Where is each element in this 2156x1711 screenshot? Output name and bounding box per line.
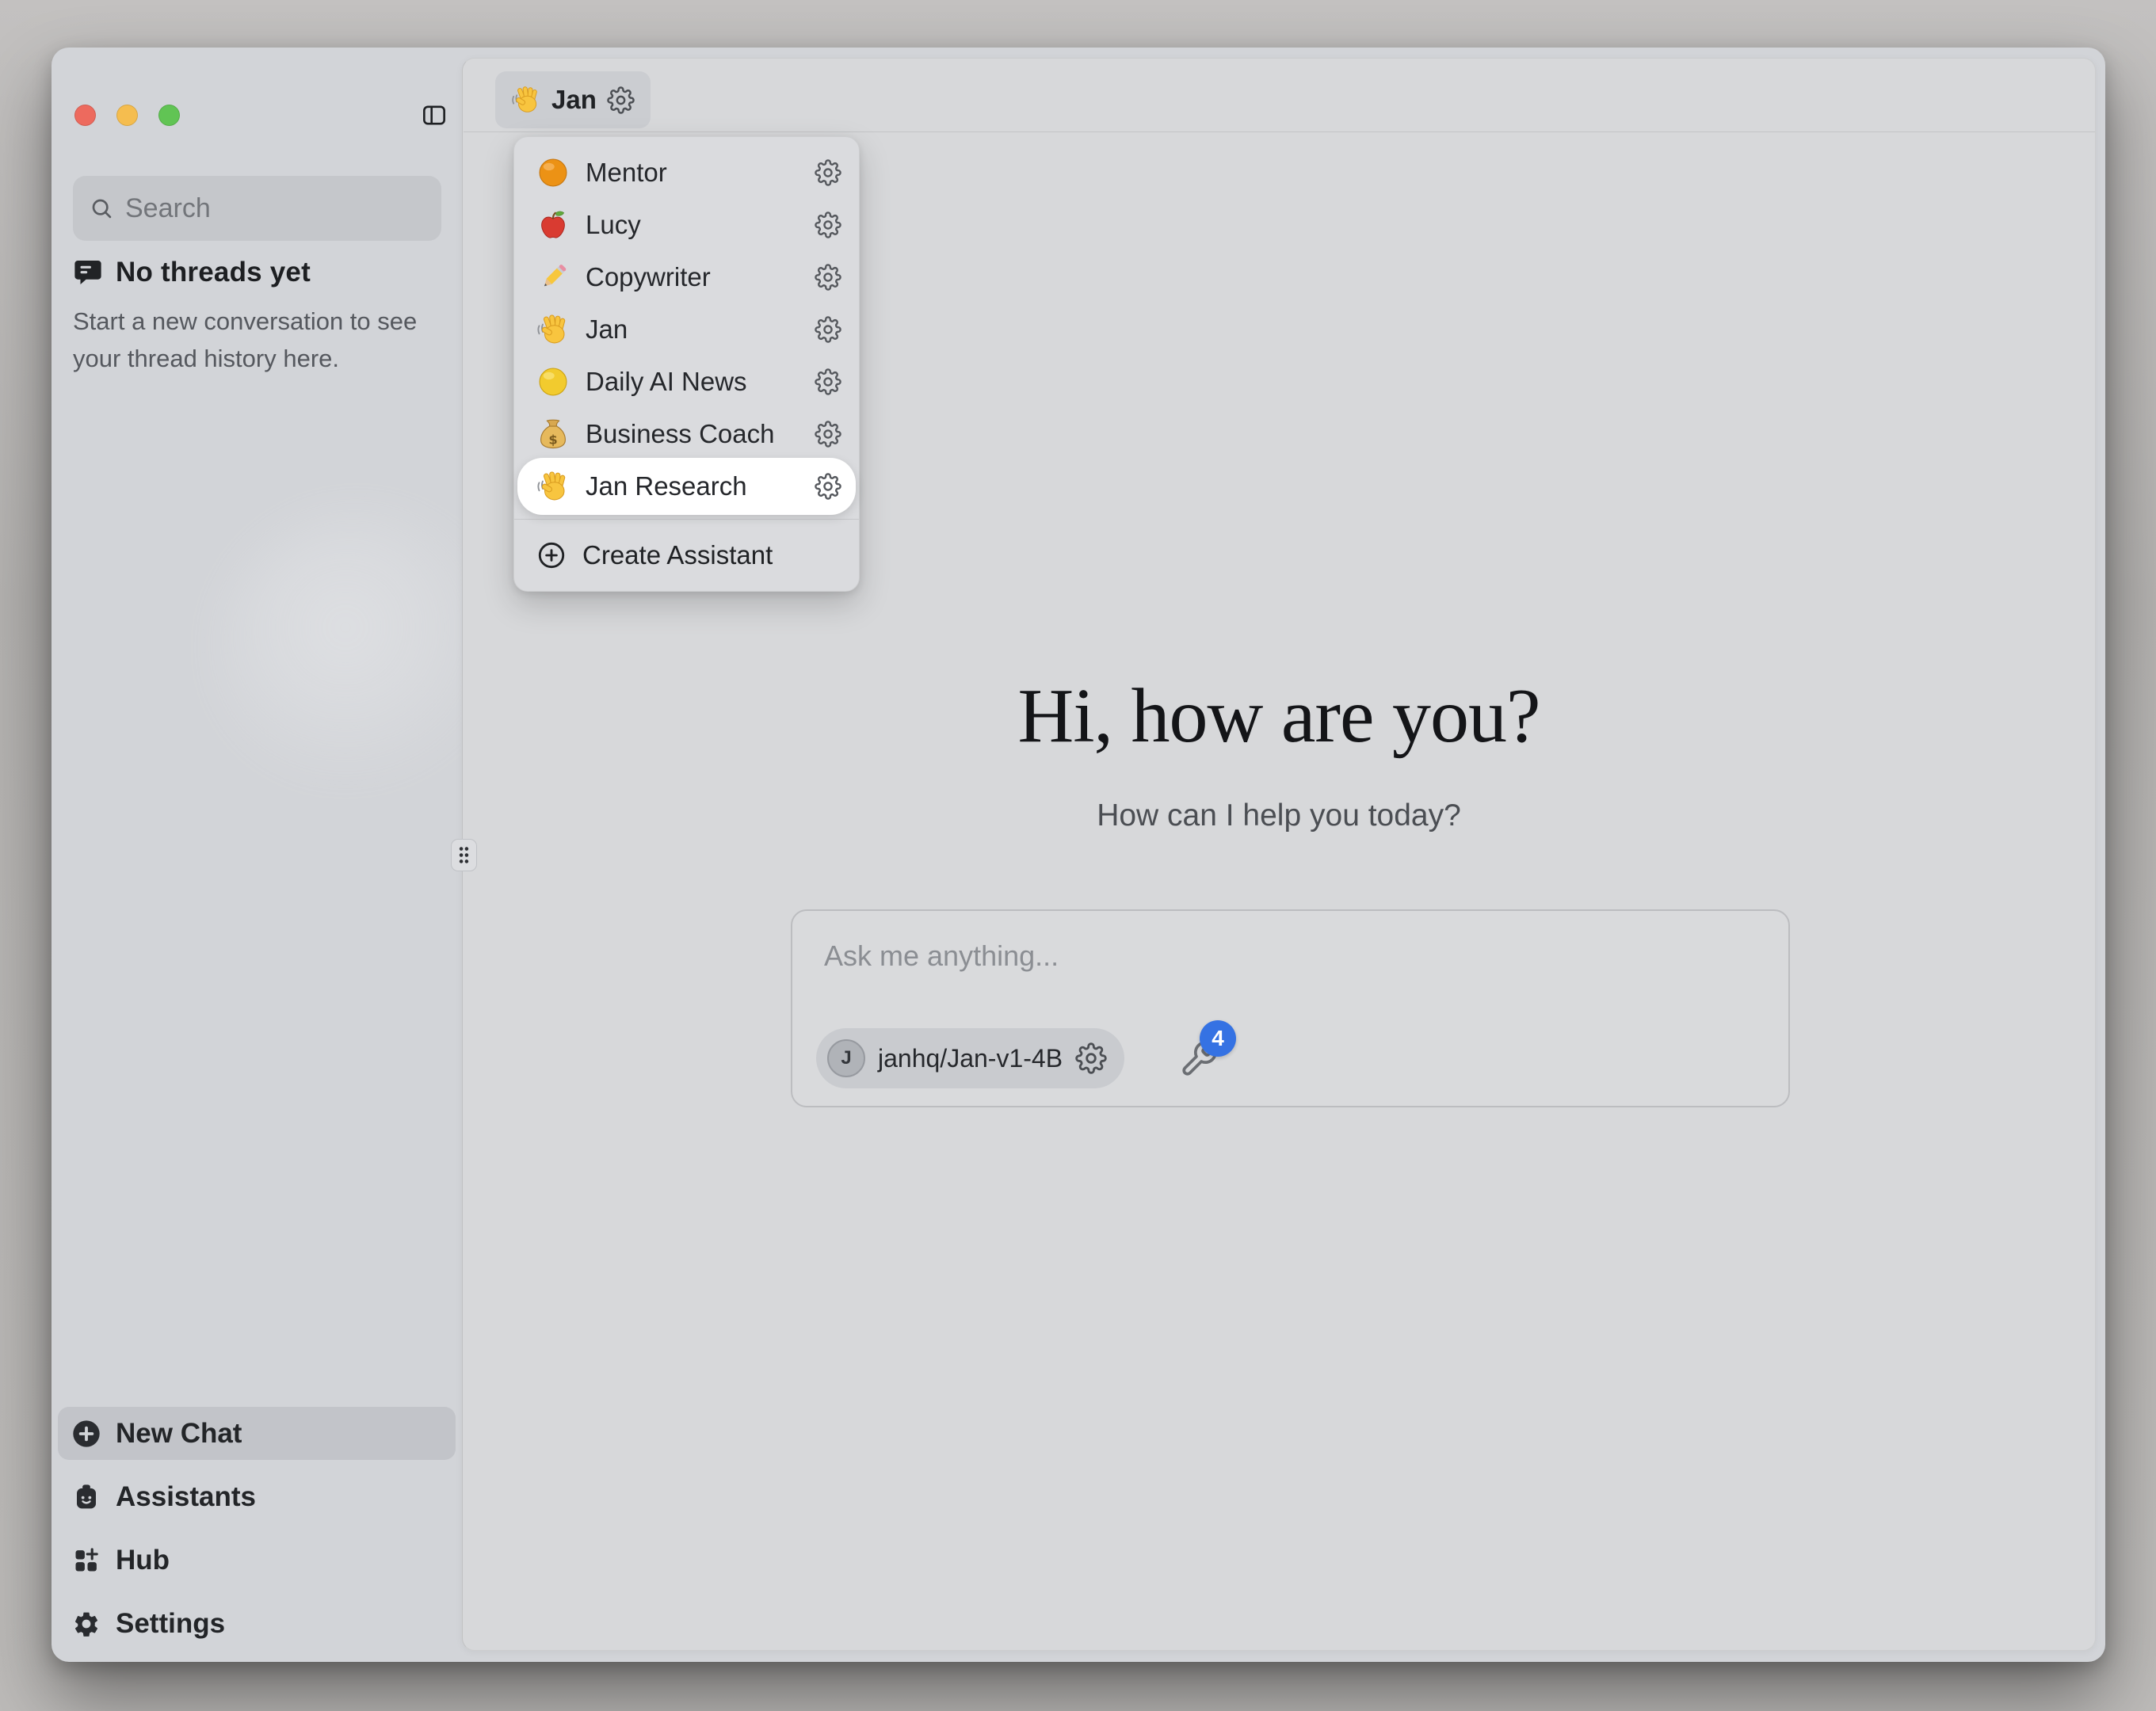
assistant-menu-item-label: Business Coach: [586, 419, 799, 449]
minimize-button[interactable]: [116, 105, 138, 126]
assistant-menu-item-label: Daily AI News: [586, 367, 799, 397]
assistant-menu-item-jan-research[interactable]: Jan Research: [517, 458, 856, 515]
plus-circle-icon: [71, 1418, 102, 1450]
model-avatar: J: [827, 1039, 865, 1077]
empty-state-description-line1: Start a new conversation to see: [73, 303, 422, 340]
gear-icon: [71, 1608, 102, 1640]
assistant-gear-icon[interactable]: [607, 86, 635, 114]
sidebar-toggle-icon[interactable]: [418, 102, 450, 128]
sidebar-item-label: Settings: [116, 1608, 225, 1640]
yellow-circle-icon: [536, 365, 570, 398]
assistant-selector-button[interactable]: Jan: [495, 71, 651, 128]
assistant-menu-item-business-coach[interactable]: Business Coach: [514, 408, 859, 460]
assistant-dropdown-menu: Mentor Lucy Copywriter Jan Daily AI News…: [513, 136, 860, 592]
search-input[interactable]: [125, 193, 425, 224]
assistant-settings-gear-icon[interactable]: [815, 211, 841, 238]
chat-composer: J janhq/Jan-v1-4B 4: [791, 909, 1790, 1107]
assistant-menu-item-label: Mentor: [586, 158, 799, 188]
search-bar[interactable]: [73, 176, 441, 241]
pencil-icon: [536, 261, 570, 294]
tools-button[interactable]: 4: [1179, 1020, 1258, 1082]
greeting-subtitle: How can I help you today?: [462, 798, 2096, 833]
waving-hand-icon: [511, 85, 541, 115]
robot-icon: [71, 1481, 102, 1513]
waving-hand-icon: [536, 470, 570, 503]
sidebar-item-hub[interactable]: Hub: [58, 1534, 456, 1587]
close-button[interactable]: [74, 105, 96, 126]
circle-plus-icon: [536, 540, 567, 570]
chat-bubble-icon: [73, 257, 103, 288]
menu-divider: [514, 519, 859, 520]
greeting: Hi, how are you? How can I help you toda…: [462, 672, 2096, 833]
assistant-menu-item-jan[interactable]: Jan: [514, 303, 859, 356]
empty-state-description: Start a new conversation to see your thr…: [73, 303, 422, 377]
create-assistant-label: Create Assistant: [582, 540, 773, 570]
model-settings-gear-icon[interactable]: [1075, 1042, 1107, 1074]
sidebar-resize-handle[interactable]: [451, 839, 477, 871]
waving-hand-icon: [536, 313, 570, 346]
red-apple-icon: [536, 208, 570, 242]
header-divider: [464, 131, 2095, 132]
assistant-menu-item-label: Copywriter: [586, 262, 799, 292]
empty-state-title: No threads yet: [116, 257, 311, 288]
assistant-menu-item-label: Jan Research: [586, 471, 799, 501]
sidebar-item-new-chat[interactable]: New Chat: [58, 1407, 456, 1460]
assistant-settings-gear-icon[interactable]: [815, 264, 841, 291]
assistant-settings-gear-icon[interactable]: [815, 316, 841, 343]
empty-state-description-line2: your thread history here.: [73, 340, 422, 377]
sidebar-item-assistants[interactable]: Assistants: [58, 1470, 456, 1523]
sidebar-item-settings[interactable]: Settings: [58, 1597, 456, 1650]
assistant-menu-item-copywriter[interactable]: Copywriter: [514, 251, 859, 303]
orange-circle-icon: [536, 156, 570, 189]
assistant-menu-item-daily-ai-news[interactable]: Daily AI News: [514, 356, 859, 408]
sidebar-item-label: Assistants: [116, 1481, 256, 1513]
model-selector-button[interactable]: J janhq/Jan-v1-4B: [816, 1028, 1124, 1088]
assistant-settings-gear-icon[interactable]: [815, 159, 841, 186]
money-bag-icon: [536, 417, 570, 451]
assistant-menu-item-mentor[interactable]: Mentor: [514, 147, 859, 199]
grid-plus-icon: [71, 1545, 102, 1576]
create-assistant-button[interactable]: Create Assistant: [514, 528, 859, 583]
assistant-menu-item-lucy[interactable]: Lucy: [514, 199, 859, 251]
assistant-settings-gear-icon[interactable]: [815, 473, 841, 500]
assistant-menu-item-label: Lucy: [586, 210, 799, 240]
assistant-menu-item-label: Jan: [586, 314, 799, 345]
tools-count-badge: 4: [1200, 1020, 1236, 1057]
greeting-title: Hi, how are you?: [462, 672, 2096, 760]
sidebar-item-label: Hub: [116, 1545, 170, 1576]
sidebar-nav: New Chat Assistants Hub Settings: [58, 1407, 456, 1650]
sidebar-item-label: New Chat: [116, 1418, 242, 1450]
model-name: janhq/Jan-v1-4B: [878, 1044, 1063, 1073]
search-icon: [89, 196, 114, 221]
assistant-settings-gear-icon[interactable]: [815, 368, 841, 395]
threads-empty-state-header: No threads yet: [73, 257, 311, 288]
assistant-settings-gear-icon[interactable]: [815, 421, 841, 448]
zoom-button[interactable]: [158, 105, 180, 126]
assistant-selector-label: Jan: [551, 85, 597, 115]
chat-input[interactable]: [824, 939, 1759, 1003]
